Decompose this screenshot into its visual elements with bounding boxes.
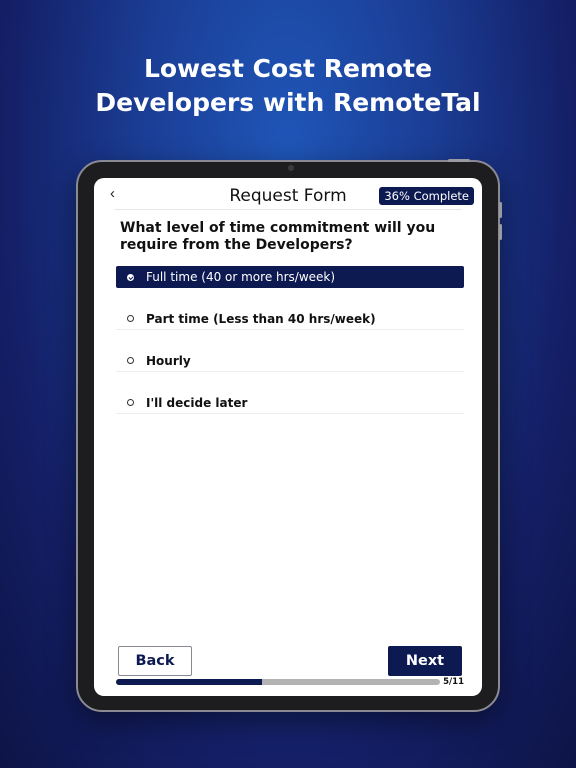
option-label: Full time (40 or more hrs/week) xyxy=(146,270,336,284)
radio-unchecked-icon xyxy=(127,315,134,322)
promo-headline-line1: Lowest Cost Remote xyxy=(143,54,433,83)
progress-badge: 36% Complete xyxy=(379,187,474,205)
progress-bar xyxy=(116,679,440,685)
tablet-frame: ‹ Request Form 36% Complete What level o… xyxy=(76,159,502,712)
side-button-upper xyxy=(499,202,502,218)
option-label: Part time (Less than 40 hrs/week) xyxy=(146,311,376,326)
form-header: ‹ Request Form 36% Complete xyxy=(94,178,482,210)
promo-headline: Lowest Cost Remote Developers with Remot… xyxy=(0,52,576,120)
option-list: Full time (40 or more hrs/week) Part tim… xyxy=(116,266,464,434)
app-screen: ‹ Request Form 36% Complete What level o… xyxy=(94,178,482,696)
radio-checked-icon xyxy=(127,273,134,281)
promo-headline-line2: Developers with RemoteTal xyxy=(95,88,481,117)
next-button[interactable]: Next xyxy=(388,646,462,676)
back-button[interactable]: Back xyxy=(118,646,192,676)
volume-button-top xyxy=(448,159,470,162)
side-button-lower xyxy=(499,224,502,240)
camera-dot xyxy=(288,165,294,171)
option-part-time[interactable]: Part time (Less than 40 hrs/week) xyxy=(116,308,464,330)
header-divider xyxy=(114,209,462,210)
option-label: Hourly xyxy=(146,353,191,368)
option-decide-later[interactable]: I'll decide later xyxy=(116,392,464,414)
option-full-time[interactable]: Full time (40 or more hrs/week) xyxy=(116,266,464,288)
progress-bar-fill xyxy=(116,679,262,685)
step-counter: 5/11 xyxy=(443,677,464,687)
question-text: What level of time commitment will you r… xyxy=(120,220,436,253)
radio-unchecked-icon xyxy=(127,357,134,364)
option-hourly[interactable]: Hourly xyxy=(116,350,464,372)
option-label: I'll decide later xyxy=(146,395,248,410)
radio-unchecked-icon xyxy=(127,399,134,406)
